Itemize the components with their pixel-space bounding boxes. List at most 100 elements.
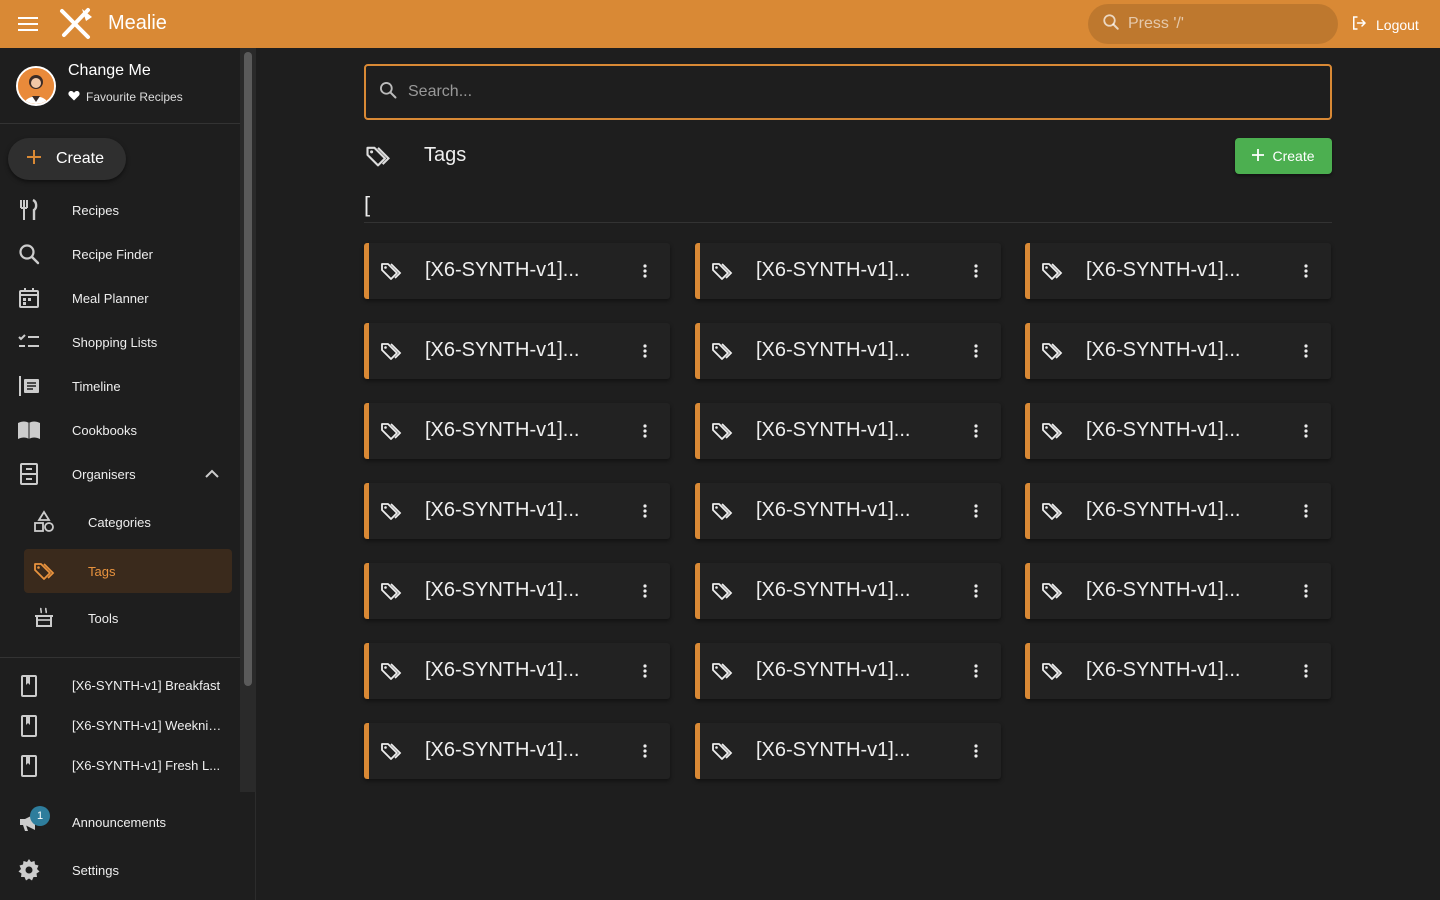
more-vertical-icon[interactable] — [633, 419, 657, 443]
cookbook-link[interactable]: [X6-SYNTH-v1] Weeknight — [0, 706, 240, 746]
bookmark-book-icon — [17, 714, 41, 738]
sidebar-item-announcements[interactable]: 1 Announcements — [0, 800, 240, 844]
avatar[interactable] — [16, 66, 56, 106]
tag-name: [X6-SYNTH-v1]... — [1086, 419, 1241, 441]
tag-card[interactable]: [X6-SYNTH-v1]... — [695, 723, 1001, 779]
sidebar-item-tags[interactable]: Tags — [24, 549, 232, 593]
tag-icon — [379, 739, 403, 763]
more-vertical-icon[interactable] — [1294, 419, 1318, 443]
tag-card[interactable]: [X6-SYNTH-v1]... — [695, 483, 1001, 539]
tag-card[interactable]: [X6-SYNTH-v1]... — [695, 323, 1001, 379]
sidebar-item-label: Announcements — [72, 815, 166, 830]
more-vertical-icon[interactable] — [964, 259, 988, 283]
tag-card[interactable]: [X6-SYNTH-v1]... — [364, 243, 670, 299]
sidebar-item-label: Settings — [72, 863, 119, 878]
more-vertical-icon[interactable] — [964, 339, 988, 363]
global-search[interactable] — [1088, 4, 1338, 44]
sidebar-item-label: Organisers — [72, 466, 136, 482]
tag-name: [X6-SYNTH-v1]... — [1086, 339, 1241, 361]
tag-card[interactable]: [X6-SYNTH-v1]... — [1025, 403, 1331, 459]
more-vertical-icon[interactable] — [1294, 499, 1318, 523]
sidebar-item-organisers[interactable]: Organisers — [0, 452, 240, 496]
tag-icon — [379, 579, 403, 603]
create-tag-button[interactable]: Create — [1235, 138, 1332, 174]
mealie-logo-icon[interactable] — [58, 7, 94, 41]
sidebar-item-timeline[interactable]: Timeline — [0, 364, 240, 408]
more-vertical-icon[interactable] — [633, 659, 657, 683]
more-vertical-icon[interactable] — [1294, 579, 1318, 603]
tags-search[interactable] — [364, 64, 1332, 120]
more-vertical-icon[interactable] — [964, 659, 988, 683]
more-vertical-icon[interactable] — [964, 499, 988, 523]
user-profile: Change Me Favourite Recipes — [0, 48, 240, 124]
sidebar-item-recipe-finder[interactable]: Recipe Finder — [0, 232, 240, 276]
sidebar-item-recipes[interactable]: Recipes — [0, 188, 240, 232]
sidebar-item-categories[interactable]: Categories — [0, 500, 240, 544]
tag-card[interactable]: [X6-SYNTH-v1]... — [364, 563, 670, 619]
sidebar-create-button[interactable]: Create — [8, 138, 126, 180]
more-vertical-icon[interactable] — [1294, 259, 1318, 283]
sidebar-item-cookbooks[interactable]: Cookbooks — [0, 408, 240, 452]
plus-icon — [26, 149, 42, 170]
tag-name: [X6-SYNTH-v1]... — [1086, 579, 1241, 601]
tag-card[interactable]: [X6-SYNTH-v1]... — [695, 643, 1001, 699]
more-vertical-icon[interactable] — [633, 259, 657, 283]
sidebar-item-label: Categories — [88, 514, 151, 530]
app-title[interactable]: Mealie — [108, 12, 167, 35]
more-vertical-icon[interactable] — [1294, 659, 1318, 683]
tag-name: [X6-SYNTH-v1]... — [756, 339, 911, 361]
tag-card[interactable]: [X6-SYNTH-v1]... — [364, 323, 670, 379]
tag-name: [X6-SYNTH-v1]... — [425, 659, 580, 681]
chevron-up-icon[interactable] — [202, 464, 222, 484]
search-icon — [17, 242, 41, 266]
sidebar-divider — [0, 657, 240, 658]
more-vertical-icon[interactable] — [633, 499, 657, 523]
tag-card[interactable]: [X6-SYNTH-v1]... — [1025, 483, 1331, 539]
tag-card[interactable]: [X6-SYNTH-v1]... — [1025, 243, 1331, 299]
scrollbar-thumb[interactable] — [244, 52, 252, 686]
cookbook-link[interactable]: [X6-SYNTH-v1] Fresh L... — [0, 746, 240, 786]
tag-card[interactable]: [X6-SYNTH-v1]... — [364, 723, 670, 779]
tag-icon — [1040, 339, 1064, 363]
heart-icon — [68, 90, 80, 104]
more-vertical-icon[interactable] — [633, 739, 657, 763]
tag-name: [X6-SYNTH-v1]... — [756, 659, 911, 681]
more-vertical-icon[interactable] — [964, 739, 988, 763]
more-vertical-icon[interactable] — [1294, 339, 1318, 363]
more-vertical-icon[interactable] — [633, 339, 657, 363]
cookbook-link[interactable]: [X6-SYNTH-v1] Breakfast — [0, 666, 240, 706]
group-divider — [364, 222, 1332, 223]
hamburger-menu-icon[interactable] — [16, 12, 40, 36]
global-search-input[interactable] — [1128, 15, 1318, 33]
cookbook-label: [X6-SYNTH-v1] Weeknight — [72, 718, 226, 733]
more-vertical-icon[interactable] — [964, 579, 988, 603]
tag-card[interactable]: [X6-SYNTH-v1]... — [364, 403, 670, 459]
sidebar-item-meal-planner[interactable]: Meal Planner — [0, 276, 240, 320]
fork-knife-icon — [17, 198, 41, 222]
favourite-recipes-link[interactable]: Favourite Recipes — [68, 90, 183, 104]
tag-card[interactable]: [X6-SYNTH-v1]... — [695, 563, 1001, 619]
tag-name: [X6-SYNTH-v1]... — [756, 739, 911, 761]
sidebar-scroll-area: Change Me Favourite Recipes Create Recip… — [0, 48, 240, 792]
tag-card[interactable]: [X6-SYNTH-v1]... — [364, 483, 670, 539]
sidebar-item-label: Meal Planner — [72, 290, 149, 306]
tag-card[interactable]: [X6-SYNTH-v1]... — [1025, 563, 1331, 619]
sidebar-scrollbar[interactable] — [240, 48, 256, 792]
more-vertical-icon[interactable] — [633, 579, 657, 603]
sidebar-item-shopping-lists[interactable]: Shopping Lists — [0, 320, 240, 364]
tag-icon — [710, 419, 734, 443]
logout-button[interactable]: Logout — [1350, 14, 1419, 35]
tag-icon — [379, 339, 403, 363]
tags-search-input[interactable] — [408, 83, 1308, 101]
create-tag-label: Create — [1272, 148, 1315, 164]
tag-card[interactable]: [X6-SYNTH-v1]... — [364, 643, 670, 699]
sidebar-item-tools[interactable]: Tools — [0, 596, 240, 640]
tag-card[interactable]: [X6-SYNTH-v1]... — [695, 243, 1001, 299]
book-open-icon — [17, 418, 41, 442]
tag-card[interactable]: [X6-SYNTH-v1]... — [695, 403, 1001, 459]
tag-card[interactable]: [X6-SYNTH-v1]... — [1025, 323, 1331, 379]
sidebar-item-settings[interactable]: Settings — [0, 848, 240, 892]
tag-icon — [1040, 259, 1064, 283]
tag-card[interactable]: [X6-SYNTH-v1]... — [1025, 643, 1331, 699]
more-vertical-icon[interactable] — [964, 419, 988, 443]
